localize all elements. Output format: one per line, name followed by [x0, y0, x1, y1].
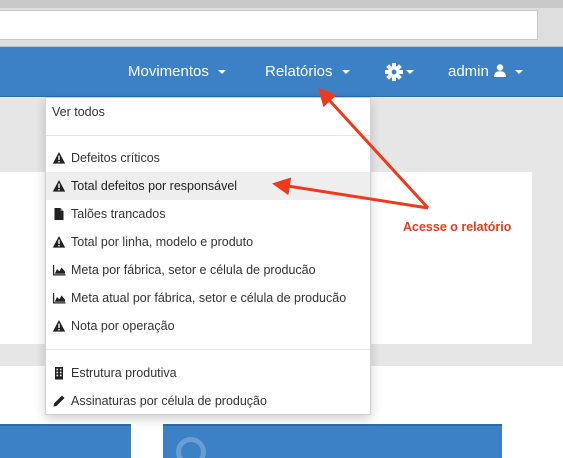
nav-movimentos-label: Movimentos: [128, 63, 209, 80]
menu-item-total-por-linha[interactable]: Total por linha, modelo e produto: [46, 228, 370, 256]
menu-item-meta-atual-por-fabrica[interactable]: Meta atual por fábrica, setor e célula d…: [46, 284, 370, 312]
pencil-icon: [53, 395, 65, 407]
menu-item-label: Estrutura produtiva: [71, 366, 177, 380]
nav-movimentos[interactable]: Movimentos: [128, 47, 226, 97]
menu-divider: [46, 349, 370, 350]
building-icon: [55, 366, 63, 380]
menu-item-label: Total defeitos por responsável: [71, 179, 238, 193]
nav-relatorios[interactable]: Relatórios: [265, 47, 350, 97]
menu-item-label: Total por linha, modelo e produto: [71, 235, 254, 249]
warning-icon: [52, 235, 66, 248]
nav-settings[interactable]: [385, 47, 421, 97]
file-icon: [54, 207, 64, 220]
user-name-label: admin: [448, 63, 489, 80]
menu-item-label: Meta por fábrica, setor e célula de prod…: [71, 263, 316, 277]
chevron-down-icon: [514, 70, 523, 75]
menu-item-defeitos-criticos[interactable]: Defeitos críticos: [46, 144, 370, 172]
dashboard-tile[interactable]: [163, 424, 502, 458]
chevron-down-icon: [341, 70, 350, 75]
menu-item-label: Talões trancados: [71, 207, 166, 221]
dashboard-tile[interactable]: [0, 424, 131, 458]
menu-item-meta-por-fabrica[interactable]: Meta por fábrica, setor e célula de prod…: [46, 256, 370, 284]
menu-item-taloes-trancados[interactable]: Talões trancados: [46, 200, 370, 228]
menu-item-label: Nota por operação: [71, 319, 175, 333]
top-navbar: Movimentos Relatórios admin: [0, 47, 563, 97]
menu-item-estrutura-produtiva[interactable]: Estrutura produtiva: [46, 359, 370, 387]
warning-icon: [52, 319, 66, 332]
menu-item-label: Ver todos: [52, 105, 105, 119]
content-panel: [0, 172, 45, 344]
menu-item-ver-todos[interactable]: Ver todos: [46, 98, 370, 126]
area-chart-icon: [53, 292, 66, 304]
warning-icon: [52, 179, 66, 192]
menu-item-assinaturas[interactable]: Assinaturas por célula de produção: [46, 387, 370, 415]
menu-item-nota-por-operacao[interactable]: Nota por operação: [46, 312, 370, 340]
menu-item-total-defeitos-por-responsavel[interactable]: Total defeitos por responsável: [46, 172, 370, 200]
warning-icon: [52, 151, 66, 164]
nav-user-menu[interactable]: admin: [448, 47, 523, 97]
menu-item-label: Assinaturas por célula de produção: [71, 394, 267, 408]
tile-icon: [176, 437, 206, 458]
browser-address-bar[interactable]: [0, 10, 538, 40]
menu-divider: [46, 135, 370, 136]
reports-dropdown-menu: Ver todos Defeitos críticos Total defeit…: [45, 97, 371, 415]
chevron-down-icon: [217, 70, 226, 75]
nav-relatorios-label: Relatórios: [265, 63, 333, 80]
area-chart-icon: [53, 264, 66, 276]
gear-icon: [385, 63, 403, 81]
user-icon: [493, 63, 506, 77]
menu-item-label: Meta atual por fábrica, setor e célula d…: [71, 291, 347, 305]
menu-item-label: Defeitos críticos: [71, 151, 160, 165]
browser-tab-strip: [0, 0, 563, 8]
browser-toolbar: [0, 0, 563, 46]
annotation-label: Acesse o relatório: [403, 220, 512, 234]
content-panel: [370, 172, 532, 344]
chevron-down-icon: [406, 70, 414, 74]
